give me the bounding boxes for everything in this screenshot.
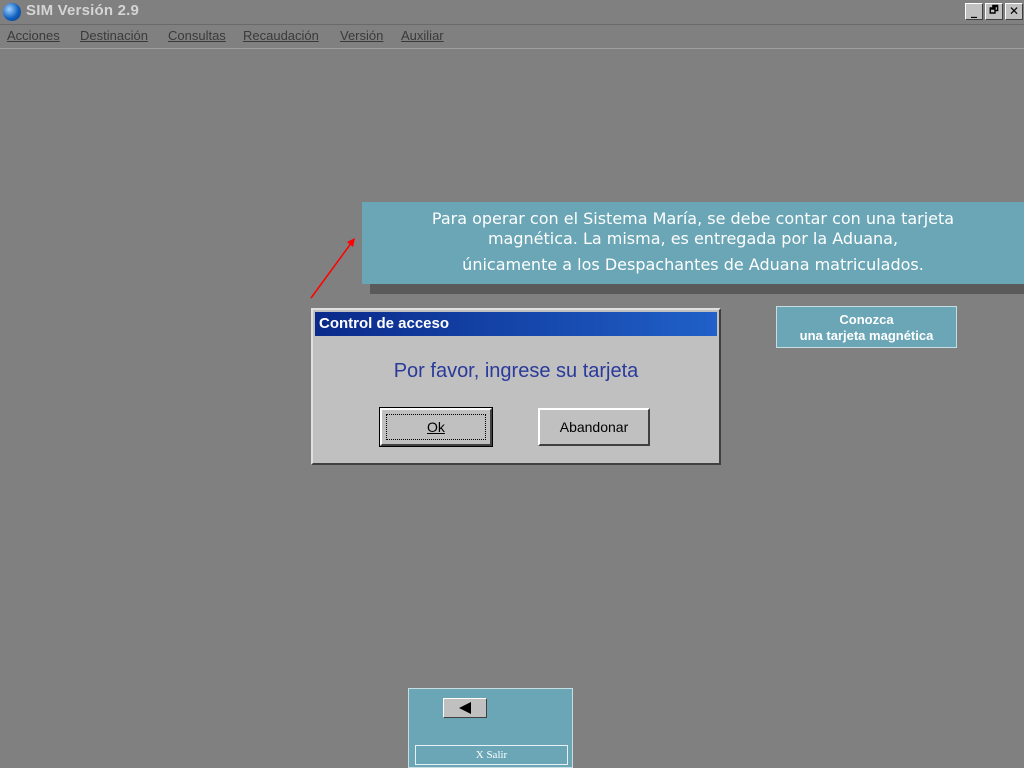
dialog-title: Control de acceso <box>315 312 717 336</box>
window-title: SIM Versión 2.9 <box>26 2 140 19</box>
ok-button[interactable]: Ok <box>379 407 493 447</box>
callout-line-1: Para operar con el Sistema María, se deb… <box>431 209 955 228</box>
menu-recaudacion[interactable]: Recaudación <box>243 28 319 43</box>
globe-icon[interactable] <box>3 3 21 21</box>
callout-line-2: magnética. La misma, es entregada por la… <box>487 229 899 248</box>
info-callout: Para operar con el Sistema María, se deb… <box>362 202 1024 284</box>
callout-line-3: únicamente a los Despachantes de Aduana … <box>462 255 924 274</box>
access-control-dialog: Control de acceso Por favor, ingrese su … <box>311 308 721 465</box>
restore-button[interactable]: 🗗 <box>985 3 1003 20</box>
menu-consultas[interactable]: Consultas <box>168 28 226 43</box>
abandon-button-label: Abandonar <box>559 419 629 435</box>
dialog-message: Por favor, ingrese su tarjeta <box>393 360 639 382</box>
title-bar: SIM Versión 2.9 _ 🗗 ✕ <box>0 0 1024 25</box>
menu-destinacion[interactable]: Destinación <box>80 28 148 43</box>
abandon-button[interactable]: Abandonar <box>538 408 650 446</box>
pointer-arrow-icon <box>310 238 355 299</box>
focus-rect <box>386 414 486 440</box>
exit-button[interactable]: X Salir <box>415 745 568 765</box>
menu-acciones[interactable]: Acciones <box>7 28 60 43</box>
minimize-button[interactable]: _ <box>965 3 983 20</box>
close-button[interactable]: ✕ <box>1005 3 1023 20</box>
back-button[interactable] <box>443 698 487 718</box>
menu-bar: Acciones Destinación Consultas Recaudaci… <box>0 25 1024 49</box>
know-card-line-1: Conozca <box>839 312 894 327</box>
know-card-button[interactable]: Conozca una tarjeta magnética <box>776 306 957 348</box>
menu-auxiliar[interactable]: Auxiliar <box>401 28 444 43</box>
menu-version[interactable]: Versión <box>340 28 383 43</box>
know-card-line-2: una tarjeta magnética <box>799 328 934 343</box>
back-arrow-icon <box>459 702 471 714</box>
nav-panel: X Salir <box>408 688 573 768</box>
